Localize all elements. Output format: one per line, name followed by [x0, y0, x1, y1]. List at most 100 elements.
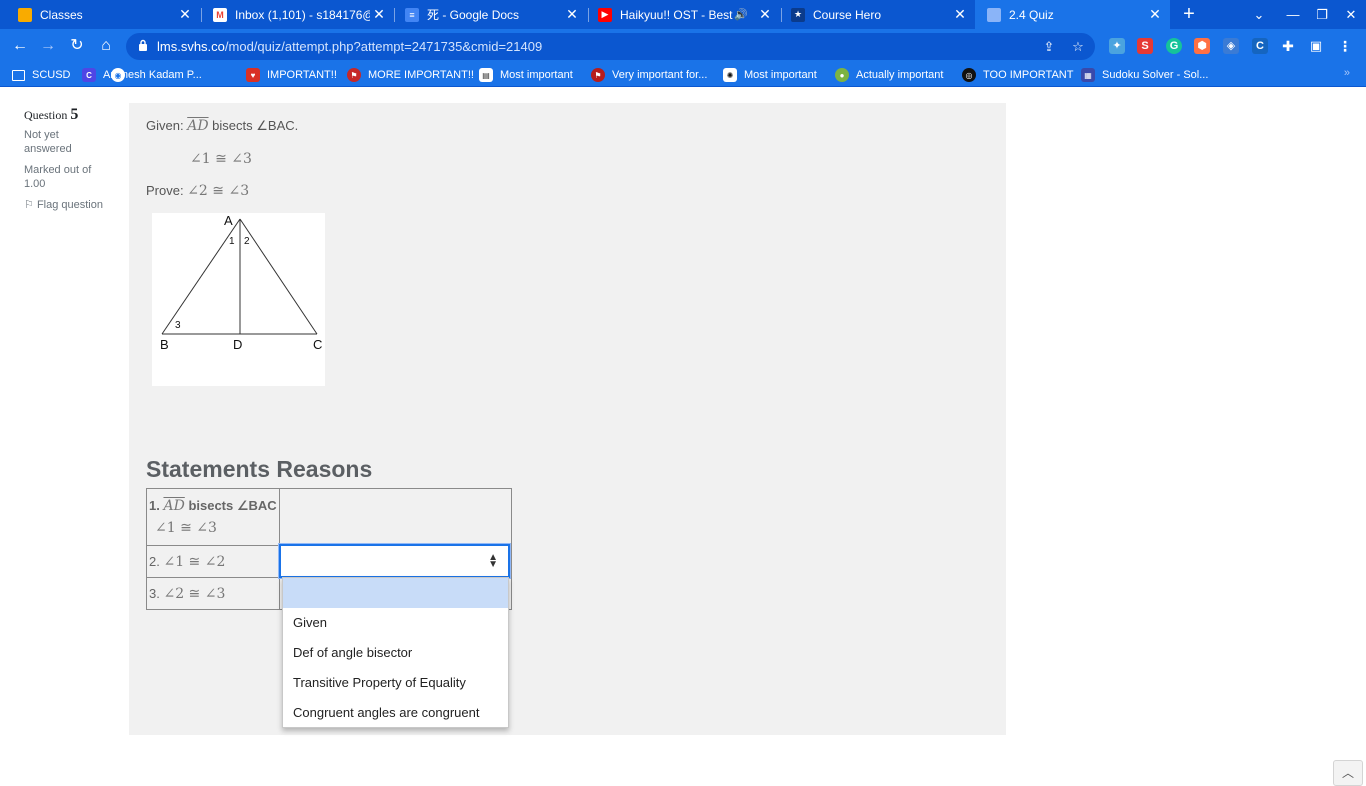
statement-cell: 2. ∠1 ≅ ∠2 — [146, 545, 280, 578]
reload-icon[interactable]: ↻ — [65, 34, 89, 58]
tab-title: Haikyuu!! OST - Best of — [620, 7, 735, 22]
select-arrows-icon: ▲ ▼ — [488, 552, 498, 570]
bookmark-label: Actually important — [856, 69, 944, 81]
given-line-2: ∠1 ≅ ∠3 — [190, 151, 252, 167]
dropdown-option[interactable]: Def of angle bisector — [283, 638, 508, 668]
back-to-top-button[interactable]: ︿ — [1333, 760, 1363, 786]
tab-search-icon[interactable]: ⌄ — [1243, 0, 1275, 29]
proof-row: 1. AD bisects ∠BAC ∠1 ≅ ∠3 — [146, 488, 512, 546]
flag-question-link[interactable]: ⚐ Flag question — [24, 198, 104, 212]
close-icon[interactable]: ✕ — [370, 6, 388, 23]
question-info: Question 5 Not yet answered Marked out o… — [24, 107, 104, 219]
shield-icon[interactable]: ◈ — [1223, 38, 1239, 54]
gmail-icon: M — [213, 7, 227, 22]
tab-youtube[interactable]: ▶ Haikyuu!! OST - Best of 🔊 ✕ — [580, 0, 780, 29]
restore-icon[interactable]: ❐ — [1306, 0, 1338, 29]
triangle-figure: A 1 2 3 B D C — [152, 213, 325, 386]
bookmark-item[interactable]: C Animesh Kadam P... — [82, 67, 202, 83]
bookmark-item[interactable]: ⚑ Very important for... — [591, 67, 707, 83]
folder-icon — [12, 69, 25, 81]
tab-title: 2.4 Quiz — [1009, 7, 1054, 22]
close-icon[interactable]: ✕ — [563, 6, 581, 23]
extensions-puzzle-icon[interactable]: ✚ — [1280, 38, 1296, 54]
close-icon[interactable]: ✕ — [756, 6, 774, 23]
share-icon[interactable]: ⇪ — [1040, 38, 1058, 56]
forward-icon[interactable]: → — [36, 34, 60, 58]
bookmark-item[interactable]: SCUSD — [12, 67, 71, 83]
prove-label: Prove: — [146, 183, 184, 198]
close-window-icon[interactable]: ✕ — [1335, 0, 1366, 29]
label-angle-2: 2 — [244, 236, 250, 247]
bookmark-item[interactable]: ✺ Most important — [723, 67, 817, 83]
tab-inbox[interactable]: M Inbox (1,101) - s184176@sc ✕ — [195, 0, 394, 29]
bookmark-star-icon[interactable]: ☆ — [1069, 38, 1087, 56]
tab-classes[interactable]: Classes ✕ — [0, 0, 200, 29]
tab-google-docs[interactable]: ≡ 死 - Google Docs ✕ — [387, 0, 587, 29]
menu-icon[interactable]: ⋮ — [1337, 38, 1353, 54]
bookmark-item[interactable]: ♥ IMPORTANT!! — [246, 67, 337, 83]
dropdown-option-blank[interactable] — [283, 578, 508, 608]
label-angle-3: 3 — [175, 320, 181, 331]
close-icon[interactable]: ✕ — [1146, 6, 1164, 23]
bookmark-label: TOO IMPORTANT — [983, 69, 1074, 81]
flag-icon: ⚐ — [24, 199, 34, 211]
minimize-icon[interactable]: — — [1277, 0, 1309, 29]
extension-icon[interactable]: ✦ — [1109, 38, 1125, 54]
back-icon[interactable]: ← — [8, 34, 32, 58]
bookmark-label: IMPORTANT!! — [267, 69, 337, 81]
hero-icon: ⚑ — [347, 68, 361, 82]
tab-course-hero[interactable]: ★ Course Hero ✕ — [773, 0, 975, 29]
question-content: Given: AD bisects ∠BAC. ∠1 ≅ ∠3 Prove: ∠… — [129, 103, 1006, 735]
label-c: C — [313, 337, 322, 352]
bookmark-item[interactable]: ⚑ MORE IMPORTANT!! — [347, 67, 474, 83]
audio-playing-icon[interactable]: 🔊 — [734, 8, 748, 21]
circle-icon: ◎ — [962, 68, 976, 82]
prove-line: Prove: ∠2 ≅ ∠3 — [146, 183, 249, 199]
dropdown-option[interactable]: Transitive Property of Equality — [283, 668, 508, 698]
course-hero-icon: ★ — [791, 7, 805, 22]
statement-1-line-2: ∠1 ≅ ∠3 — [155, 520, 217, 536]
lock-icon — [139, 39, 147, 51]
question-marks: Marked out of 1.00 — [24, 164, 92, 190]
bookmark-item[interactable]: ◉Animesh Kadam P... — [111, 67, 132, 83]
triangle-diagram: A 1 2 3 B D C — [160, 213, 322, 352]
home-icon[interactable]: ⌂ — [94, 34, 118, 58]
c-icon: C — [82, 68, 96, 82]
grid-icon: ▦ — [1081, 68, 1095, 82]
extension-icon[interactable]: ⬢ — [1194, 38, 1210, 54]
bookmark-item[interactable]: ◎ TOO IMPORTANT — [962, 67, 1073, 83]
extension-icon[interactable]: C — [1252, 38, 1268, 54]
openai-icon: ✺ — [723, 68, 737, 82]
green-icon: ● — [835, 68, 849, 82]
bookmark-item[interactable]: ▤ Most important — [479, 67, 573, 83]
google-docs-icon: ≡ — [405, 7, 419, 22]
bookmark-label: Most important — [500, 69, 573, 81]
bookmarks-overflow-icon[interactable]: » — [1344, 67, 1350, 79]
close-icon[interactable]: ✕ — [176, 6, 194, 23]
bookmark-item[interactable]: ▦ Sudoku Solver - Sol... — [1081, 67, 1208, 83]
statement-number: 1. — [149, 498, 160, 513]
grammarly-icon[interactable]: G — [1166, 38, 1182, 54]
reason-dropdown-list[interactable]: Given Def of angle bisector Transitive P… — [282, 577, 509, 728]
address-bar[interactable]: lms.svhs.co/mod/quiz/attempt.php?attempt… — [126, 33, 1095, 60]
side-panel-icon[interactable]: ▣ — [1308, 38, 1324, 54]
reason-select[interactable]: ▲ ▼ — [279, 544, 510, 578]
dropdown-option[interactable]: Congruent angles are congruent — [283, 698, 508, 728]
label-a: A — [224, 213, 233, 228]
statement-text: ∠2 ≅ ∠3 — [163, 585, 226, 602]
new-tab-button[interactable]: + — [1180, 3, 1198, 25]
bookmark-item[interactable]: ● Actually important — [835, 67, 943, 83]
globe-icon: ◉ — [111, 68, 125, 82]
question-label: Question — [24, 108, 68, 122]
extension-icon[interactable]: S — [1137, 38, 1153, 54]
statement-cell: 3. ∠2 ≅ ∠3 — [146, 577, 280, 610]
moodle-icon — [987, 7, 1001, 22]
bookmarks-bar: SCUSD CAnimesh Kadam P... ◉Animesh Kadam… — [0, 63, 1366, 87]
label-angle-1: 1 — [229, 236, 235, 247]
tab-title: Classes — [40, 7, 83, 22]
close-icon[interactable]: ✕ — [951, 6, 969, 23]
tab-quiz[interactable]: 2.4 Quiz ✕ — [975, 0, 1170, 29]
given-label: Given: — [146, 118, 184, 133]
hero-icon: ♥ — [246, 68, 260, 82]
dropdown-option[interactable]: Given — [283, 608, 508, 638]
